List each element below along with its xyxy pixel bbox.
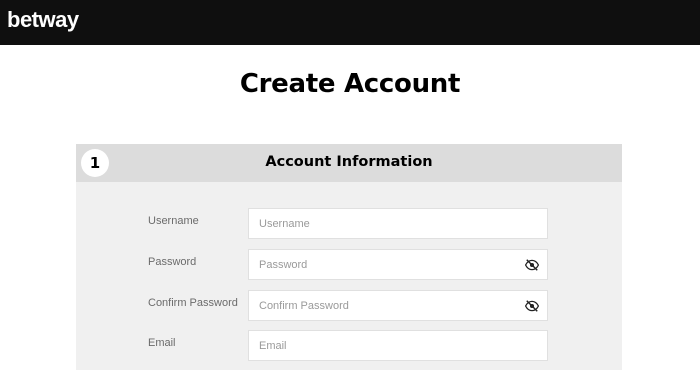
- account-information-panel: 1 Account Information Username Password …: [76, 144, 622, 370]
- email-row: Email: [76, 330, 622, 361]
- email-field-box: [248, 330, 548, 361]
- section-title: Account Information: [265, 154, 433, 170]
- email-input[interactable]: [249, 331, 547, 360]
- section-header: 1 Account Information: [76, 144, 622, 182]
- betway-logo[interactable]: betway: [7, 7, 79, 33]
- top-navbar: betway: [0, 0, 700, 45]
- password-label: Password: [148, 256, 197, 268]
- eye-slash-icon[interactable]: [525, 259, 539, 271]
- confirm-password-row: Confirm Password: [76, 290, 622, 321]
- username-row: Username: [76, 208, 622, 239]
- password-row: Password: [76, 249, 622, 280]
- username-field-box: [248, 208, 548, 239]
- confirm-password-field-box: [248, 290, 548, 321]
- password-input[interactable]: [249, 250, 547, 279]
- confirm-password-label: Confirm Password: [148, 297, 238, 309]
- email-label: Email: [148, 337, 176, 349]
- confirm-password-input[interactable]: [249, 291, 547, 320]
- username-input[interactable]: [249, 209, 547, 238]
- page-title: Create Account: [239, 69, 461, 99]
- password-field-box: [248, 249, 548, 280]
- eye-slash-icon[interactable]: [525, 300, 539, 312]
- username-label: Username: [148, 215, 199, 227]
